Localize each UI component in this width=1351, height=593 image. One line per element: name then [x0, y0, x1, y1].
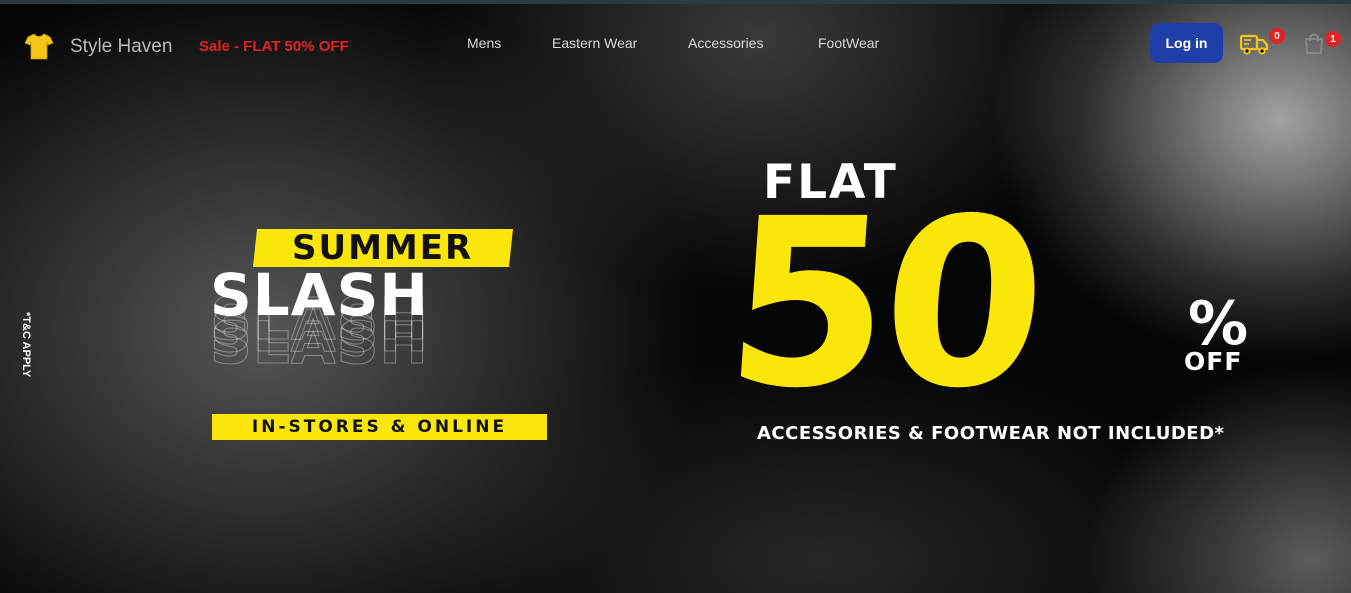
exclusion-note: ACCESSORIES & FOOTWEAR NOT INCLUDED*	[757, 423, 1225, 444]
stores-label-box: IN-STORES & ONLINE	[212, 414, 547, 440]
truck-icon[interactable]	[1239, 32, 1270, 56]
login-button[interactable]: Log in	[1150, 23, 1223, 63]
terms-note: *T&C APPLY	[20, 312, 32, 378]
sale-announcement: Sale - FLAT 50% OFF	[199, 38, 349, 55]
brand-name[interactable]: Style Haven	[70, 36, 172, 58]
slash-headline: SLASH	[210, 261, 429, 329]
delivery-count-badge: 0	[1269, 28, 1285, 44]
nav-eastern-wear[interactable]: Eastern Wear	[552, 35, 637, 51]
nav-footwear[interactable]: FootWear	[818, 35, 879, 51]
nav-mens[interactable]: Mens	[467, 35, 501, 51]
top-border	[0, 0, 1351, 4]
tshirt-icon[interactable]	[24, 31, 54, 61]
stores-text: IN-STORES & ONLINE	[251, 417, 508, 437]
shopping-bag-icon[interactable]	[1302, 31, 1326, 55]
nav-accessories[interactable]: Accessories	[688, 35, 763, 51]
percent-sign: %	[1188, 289, 1249, 359]
cart-count-badge: 1	[1325, 31, 1341, 47]
off-text: OFF	[1184, 347, 1243, 376]
discount-number: 50	[718, 169, 1049, 439]
hero-page: Style Haven Sale - FLAT 50% OFF Mens Eas…	[0, 0, 1351, 593]
